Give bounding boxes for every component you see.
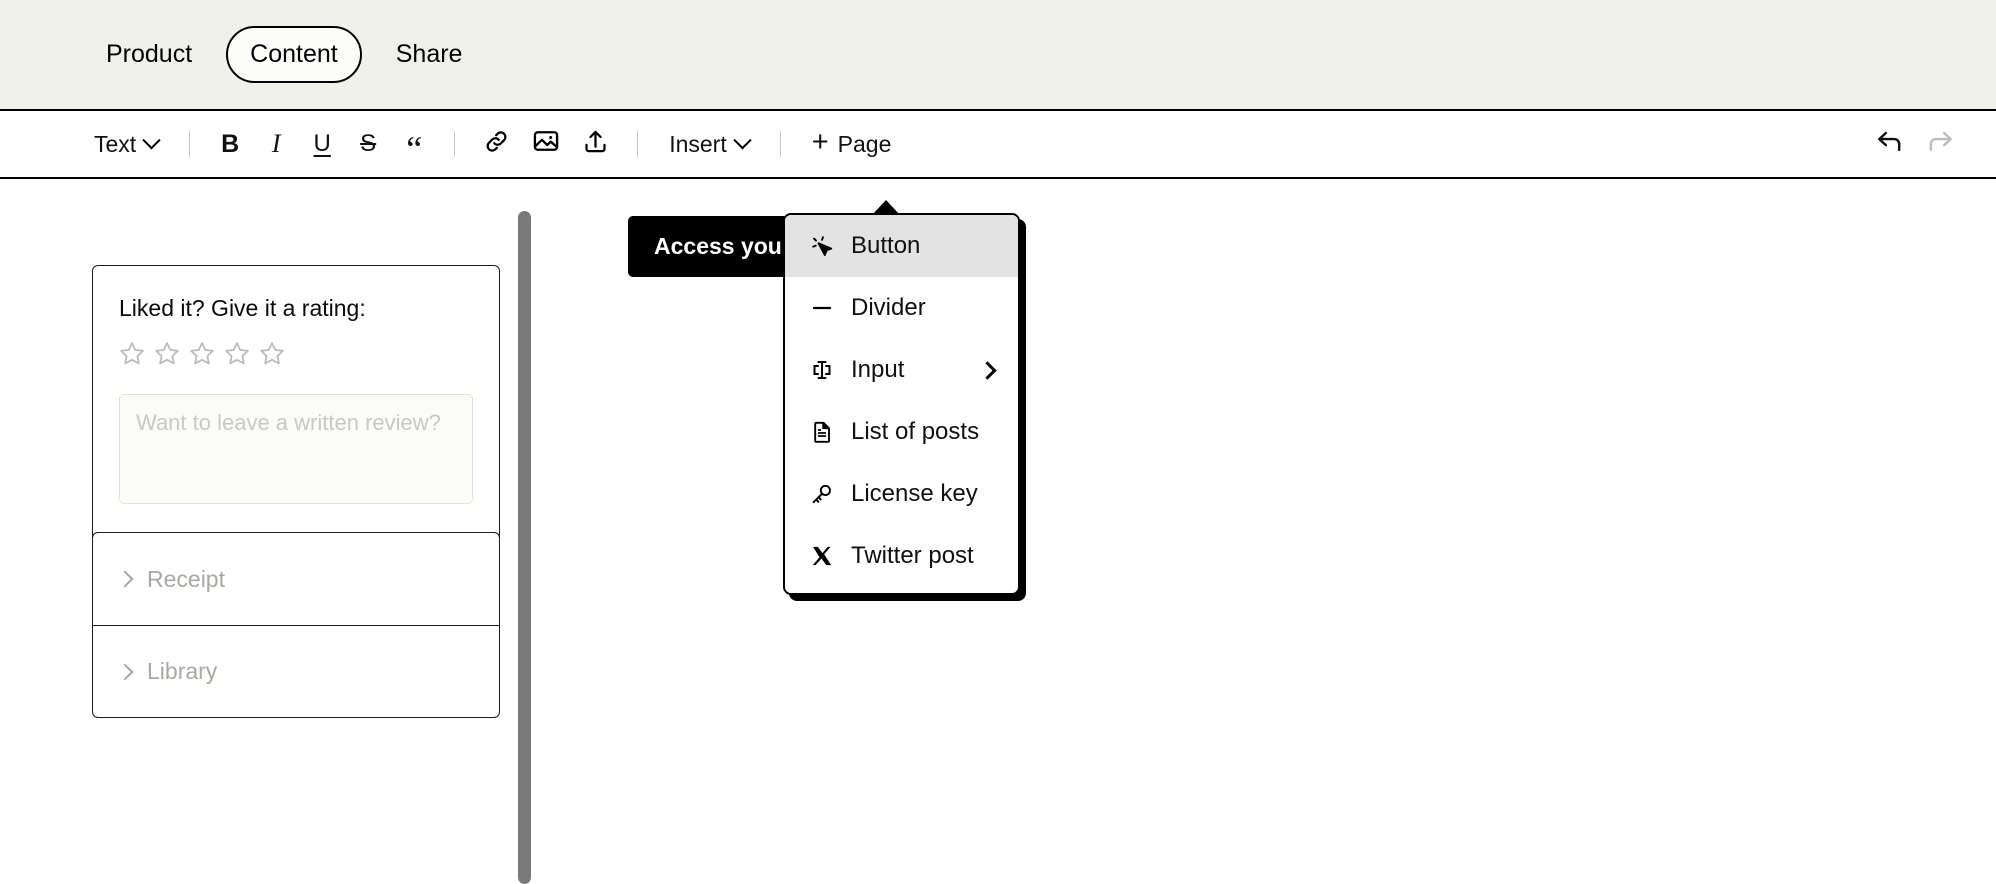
italic-icon: I: [271, 129, 281, 158]
undo-button[interactable]: [1864, 121, 1915, 167]
add-page-label: Page: [837, 130, 892, 157]
insert-dropdown-button[interactable]: Insert: [655, 121, 763, 167]
upload-icon: [582, 128, 609, 161]
underline-icon: U: [313, 130, 331, 157]
redo-button[interactable]: [1915, 121, 1966, 167]
tab-product[interactable]: Product: [82, 26, 216, 83]
add-page-button[interactable]: + Page: [798, 121, 906, 167]
tab-share[interactable]: Share: [372, 26, 487, 83]
italic-button[interactable]: I: [253, 121, 299, 167]
preview-scrollbar-thumb[interactable]: [518, 211, 531, 884]
menu-item-input[interactable]: Input: [785, 339, 1018, 401]
menu-item-license-key[interactable]: License key: [785, 463, 1018, 525]
star-icon[interactable]: [224, 340, 250, 366]
quote-icon: “: [406, 129, 423, 170]
redo-icon: [1926, 127, 1955, 162]
accordion-label-library: Library: [147, 658, 218, 684]
toolbar-divider: [637, 131, 639, 157]
star-icon[interactable]: [119, 340, 145, 366]
menu-item-label: Divider: [851, 294, 926, 321]
text-style-dropdown[interactable]: Text: [80, 121, 172, 167]
chevron-right-icon: [978, 360, 997, 380]
editor-toolbar: Text B I U S “ Insert + Page: [0, 111, 1996, 179]
menu-item-button[interactable]: Button: [785, 215, 1018, 277]
menu-item-list-of-posts[interactable]: List of posts: [785, 401, 1018, 463]
star-icon[interactable]: [154, 340, 180, 366]
insert-dropdown-menu: Button Divider Input List of posts Licen…: [783, 200, 1020, 595]
link-icon: [483, 128, 510, 161]
underline-button[interactable]: U: [299, 121, 345, 167]
accordion-label-receipt: Receipt: [147, 565, 225, 592]
strikethrough-icon: S: [360, 130, 377, 157]
menu-item-label: Input: [851, 356, 905, 383]
strikethrough-button[interactable]: S: [345, 121, 391, 167]
review-card-title: Liked it? Give it a rating:: [119, 295, 366, 321]
top-navigation-tabs: Product Content Share: [0, 0, 1996, 109]
review-textarea[interactable]: [119, 394, 473, 504]
tab-content[interactable]: Content: [226, 26, 362, 83]
editor-canvas: Liked it? Give it a rating: Post review …: [0, 181, 1996, 884]
preview-scrollbar-track[interactable]: [518, 211, 531, 884]
menu-item-label: Button: [851, 232, 921, 259]
insert-label: Insert: [669, 130, 727, 157]
dropdown-pointer-arrow: [872, 200, 900, 215]
bold-icon: B: [221, 129, 240, 158]
top-navigation-bar: Product Content Share: [0, 0, 1996, 111]
menu-item-label: Twitter post: [851, 542, 974, 569]
input-field-icon: [809, 357, 835, 383]
chevron-right-icon: [116, 663, 134, 680]
image-icon: [532, 127, 560, 161]
menu-item-divider[interactable]: Divider: [785, 277, 1018, 339]
key-icon: [809, 481, 835, 507]
star-icon[interactable]: [189, 340, 215, 366]
accordion-card: Receipt Library: [92, 532, 500, 718]
accordion-row-library[interactable]: Library: [93, 625, 499, 717]
text-style-label: Text: [94, 130, 137, 157]
accordion-row-receipt[interactable]: Receipt: [93, 533, 499, 625]
plus-icon: +: [811, 125, 829, 158]
chevron-right-icon: [116, 570, 134, 588]
blockquote-button[interactable]: “: [391, 121, 437, 167]
cursor-click-icon: [809, 233, 835, 259]
image-button[interactable]: [521, 121, 571, 167]
document-icon: [809, 419, 835, 445]
x-logo-icon: [809, 543, 835, 569]
chevron-down-icon: [142, 130, 161, 149]
menu-item-twitter-post[interactable]: Twitter post: [785, 525, 1018, 587]
chevron-down-icon: [733, 130, 752, 149]
menu-item-label: License key: [851, 480, 978, 507]
minus-icon: [809, 295, 835, 321]
upload-button[interactable]: [571, 121, 620, 167]
bold-button[interactable]: B: [207, 121, 253, 167]
star-rating[interactable]: [119, 340, 473, 366]
toolbar-divider: [189, 131, 191, 157]
toolbar-divider: [779, 131, 781, 157]
star-icon[interactable]: [259, 340, 285, 366]
toolbar-divider: [454, 131, 456, 157]
menu-item-label: List of posts: [851, 418, 980, 445]
link-button[interactable]: [472, 121, 521, 167]
undo-icon: [1875, 127, 1904, 162]
